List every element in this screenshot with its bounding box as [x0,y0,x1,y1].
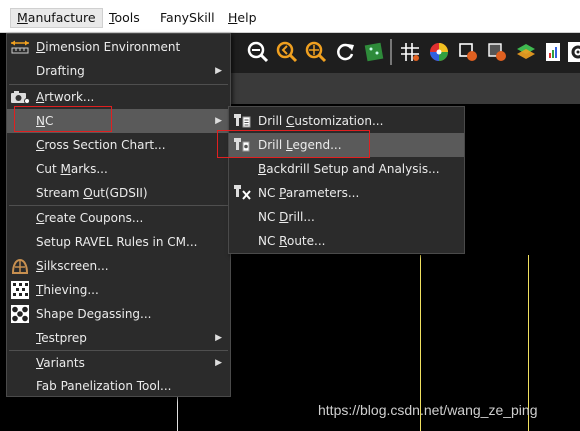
menubar: Manufacture Tools FanySkill Help [0,0,580,33]
canvas-line [177,396,178,431]
menu-item-fab-panelization-tool[interactable]: Fab Panelization Tool... [7,374,230,398]
menu-label: ross Section Chart... [44,138,166,152]
menu-item-shape-degassing[interactable]: Shape Degassing... [7,302,230,326]
nc-parameters-icon [232,184,252,202]
color-palette-icon[interactable] [427,40,451,64]
nc-submenu: Drill Customization... Drill Legend... B… [228,106,465,254]
menu-manufacture[interactable]: Manufacture [10,8,103,28]
menu-mnemonic: D [36,40,46,54]
submenu-arrow-icon: ▶ [215,358,222,368]
menu-mnemonic: B [258,162,267,176]
menu-item-drafting[interactable]: Drafting ▶ [7,59,230,83]
menu-item-nc-parameters[interactable]: NC Parameters... [229,181,464,205]
menu-item-dimension-environment[interactable]: Dimension Environment [7,35,230,59]
zoom-out-icon[interactable] [246,40,270,64]
degassing-icon [10,305,30,323]
menu-label-prefix: NC [258,210,280,224]
menu-mnemonic: P [279,186,286,200]
menu-label-prefix: Cut [36,162,61,176]
menu-fanyskill[interactable]: FanySkill [154,8,221,28]
toolbar [230,33,580,73]
menu-label: arameters... [285,186,360,200]
menu-mnemonic: A [36,90,45,104]
shadow-mode-icon[interactable] [485,40,509,64]
menu-item-create-coupons[interactable]: Create Coupons... [7,206,230,230]
toolbar-separator [390,39,392,65]
menu-label-prefix: Drill [258,114,286,128]
menu-tools[interactable]: Tools [103,8,146,28]
watermark-text: https://blog.csdn.net/wang_ze_ping [318,402,538,418]
menu-help[interactable]: Help [222,8,263,28]
grid-icon[interactable] [398,40,422,64]
menu-label: reate Coupons... [44,211,144,225]
menu-help-mnemonic: H [228,10,238,25]
submenu-arrow-icon: ▶ [215,333,222,343]
dimension-icon [10,38,30,56]
menu-item-backdrill-setup[interactable]: Backdrill Setup and Analysis... [229,157,464,181]
report-icon[interactable] [541,40,565,64]
manufacture-dropdown: Dimension Environment Drafting ▶ Artwork… [6,33,231,397]
menu-label: ustomization... [294,114,384,128]
menu-tools-label: ools [114,10,140,25]
menu-label: Fab Panelization Tool... [36,379,172,393]
drill-customization-icon [232,112,252,130]
menu-item-testprep[interactable]: Testprep ▶ [7,326,230,350]
layer-visibility-icon[interactable] [456,40,480,64]
thieving-icon [10,281,30,299]
menu-item-variants[interactable]: Variants ▶ [7,351,230,375]
menu-label: Shape Degassing... [36,307,152,321]
menu-mnemonic: O [83,186,93,200]
menu-label: hieving... [43,283,99,297]
zoom-center-icon[interactable] [304,40,328,64]
menu-label: rtwork... [44,90,95,104]
zoom-previous-icon[interactable] [275,40,299,64]
menu-item-nc-route[interactable]: NC Route... [229,229,464,253]
menu-label-prefix: NC [258,186,280,200]
menu-help-label: elp [237,10,257,25]
layers-icon[interactable] [514,40,538,64]
silkscreen-icon [10,257,30,275]
menu-manufacture-label: anufacture [27,10,96,25]
menu-item-silkscreen[interactable]: Silkscreen... [7,254,230,278]
menu-mnemonic: M [60,162,71,176]
menu-label: ilkscreen... [43,259,109,273]
menu-label: Setup RAVEL Rules in CM... [36,235,198,249]
menu-label: ut(GDSII) [92,186,148,200]
menu-mnemonic: S [36,259,44,273]
menu-label: arks... [70,162,108,176]
menu-label: rill... [288,210,315,224]
menu-label: estprep [41,331,87,345]
board-view-icon[interactable] [362,40,386,64]
menu-item-nc-drill[interactable]: NC Drill... [229,205,464,229]
menu-item-thieving[interactable]: Thieving... [7,278,230,302]
annotation-highlight-drill-legend [217,130,370,158]
menu-item-setup-ravel-rules[interactable]: Setup RAVEL Rules in CM... [7,230,230,254]
camera-icon [10,88,30,106]
menu-item-cross-section-chart[interactable]: Cross Section Chart... [7,133,230,157]
menu-manufacture-mnemonic: M [17,10,28,25]
menu-label: ackdrill Setup and Analysis... [266,162,440,176]
menu-item-stream-out[interactable]: Stream Out(GDSII) [7,181,230,205]
settings-icon[interactable] [566,40,580,64]
submenu-arrow-icon: ▶ [215,66,222,76]
menu-item-cut-marks[interactable]: Cut Marks... [7,157,230,181]
menu-mnemonic: R [279,234,287,248]
menu-label-prefix: NC [258,234,280,248]
menu-label: oute... [286,234,326,248]
menu-label: imension Environment [45,40,181,54]
menu-label-prefix: Stream [36,186,84,200]
menu-fanyskill-label: FanySkill [160,10,215,25]
menu-label: Drafting [36,64,85,78]
menu-label: ariants [43,356,85,370]
annotation-highlight-nc [14,106,112,132]
canvas-header-strip [230,73,580,104]
redraw-icon[interactable] [333,40,357,64]
